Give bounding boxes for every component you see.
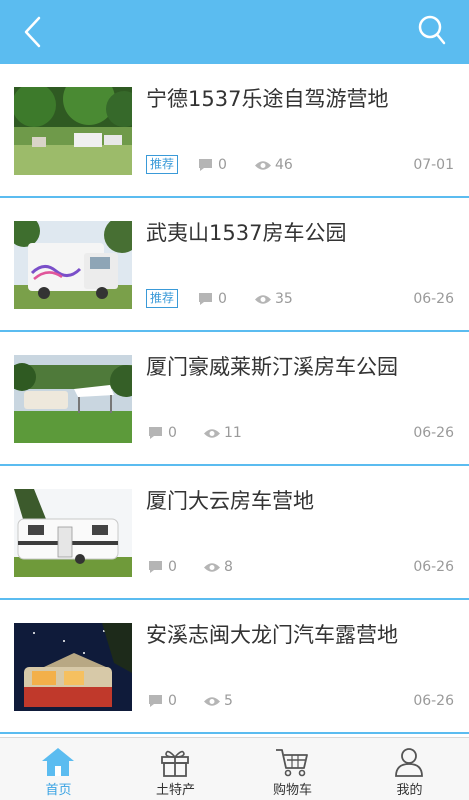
eye-icon bbox=[255, 295, 271, 304]
campsite-list: 宁德1537乐途自驾游营地 推荐 0 46 07-01 武夷山1537房车公园 … bbox=[0, 64, 469, 734]
item-meta: 推荐 0 35 06-26 bbox=[146, 288, 456, 310]
campsite-thumbnail[interactable] bbox=[14, 623, 132, 711]
eye-icon bbox=[204, 429, 220, 438]
comment-icon bbox=[149, 427, 162, 439]
eye-icon bbox=[255, 161, 271, 170]
search-icon[interactable] bbox=[417, 14, 447, 48]
item-title[interactable]: 武夷山1537房车公园 bbox=[146, 218, 456, 248]
comment-icon bbox=[199, 293, 212, 305]
campsite-thumbnail[interactable] bbox=[14, 489, 132, 577]
item-title[interactable]: 安溪志闽大龙门汽车露营地 bbox=[146, 620, 456, 650]
user-icon bbox=[395, 748, 423, 777]
tab-label: 我的 bbox=[396, 783, 423, 798]
list-item[interactable]: 安溪志闽大龙门汽车露营地 0 5 06-26 bbox=[0, 600, 469, 734]
tab-home[interactable]: 首页 bbox=[0, 738, 117, 800]
tab-cart[interactable]: 购物车 bbox=[234, 738, 351, 800]
eye-icon bbox=[204, 697, 220, 706]
item-meta: 推荐 0 46 07-01 bbox=[146, 154, 456, 176]
item-title[interactable]: 厦门大云房车营地 bbox=[146, 486, 456, 516]
tab-specialty[interactable]: 土特产 bbox=[117, 738, 234, 800]
campsite-thumbnail[interactable] bbox=[14, 87, 132, 175]
gift-icon bbox=[161, 750, 189, 777]
recommend-tag: 推荐 bbox=[146, 289, 179, 308]
list-item[interactable]: 宁德1537乐途自驾游营地 推荐 0 46 07-01 bbox=[0, 64, 469, 198]
back-chevron-icon[interactable] bbox=[20, 14, 46, 50]
list-item[interactable]: 武夷山1537房车公园 推荐 0 35 06-26 bbox=[0, 198, 469, 332]
item-meta: 0 11 06-26 bbox=[146, 422, 456, 444]
tab-mine[interactable]: 我的 bbox=[351, 738, 468, 800]
top-bar bbox=[0, 0, 469, 64]
item-title[interactable]: 宁德1537乐途自驾游营地 bbox=[146, 84, 456, 114]
home-icon bbox=[42, 748, 74, 776]
item-date: 06-26 bbox=[413, 693, 454, 709]
list-item[interactable]: 厦门豪威莱斯汀溪房车公园 0 11 06-26 bbox=[0, 332, 469, 466]
tab-label: 土特产 bbox=[155, 783, 195, 798]
item-date: 06-26 bbox=[413, 291, 454, 307]
cart-icon bbox=[276, 749, 308, 777]
eye-icon bbox=[204, 563, 220, 572]
item-title[interactable]: 厦门豪威莱斯汀溪房车公园 bbox=[146, 352, 456, 382]
tab-label: 首页 bbox=[45, 783, 72, 798]
comment-icon bbox=[149, 695, 162, 707]
campsite-thumbnail[interactable] bbox=[14, 355, 132, 443]
comment-icon bbox=[199, 159, 212, 171]
item-date: 06-26 bbox=[413, 559, 454, 575]
comment-icon bbox=[149, 561, 162, 573]
tab-label: 购物车 bbox=[272, 783, 312, 798]
bottom-tab-bar: 首页 土特产 购物车 我的 bbox=[0, 737, 469, 800]
item-meta: 0 5 06-26 bbox=[146, 690, 456, 712]
recommend-tag: 推荐 bbox=[146, 155, 179, 174]
item-date: 06-26 bbox=[413, 425, 454, 441]
item-meta: 0 8 06-26 bbox=[146, 556, 456, 578]
list-item[interactable]: 厦门大云房车营地 0 8 06-26 bbox=[0, 466, 469, 600]
campsite-thumbnail[interactable] bbox=[14, 221, 132, 309]
item-date: 07-01 bbox=[413, 157, 454, 173]
